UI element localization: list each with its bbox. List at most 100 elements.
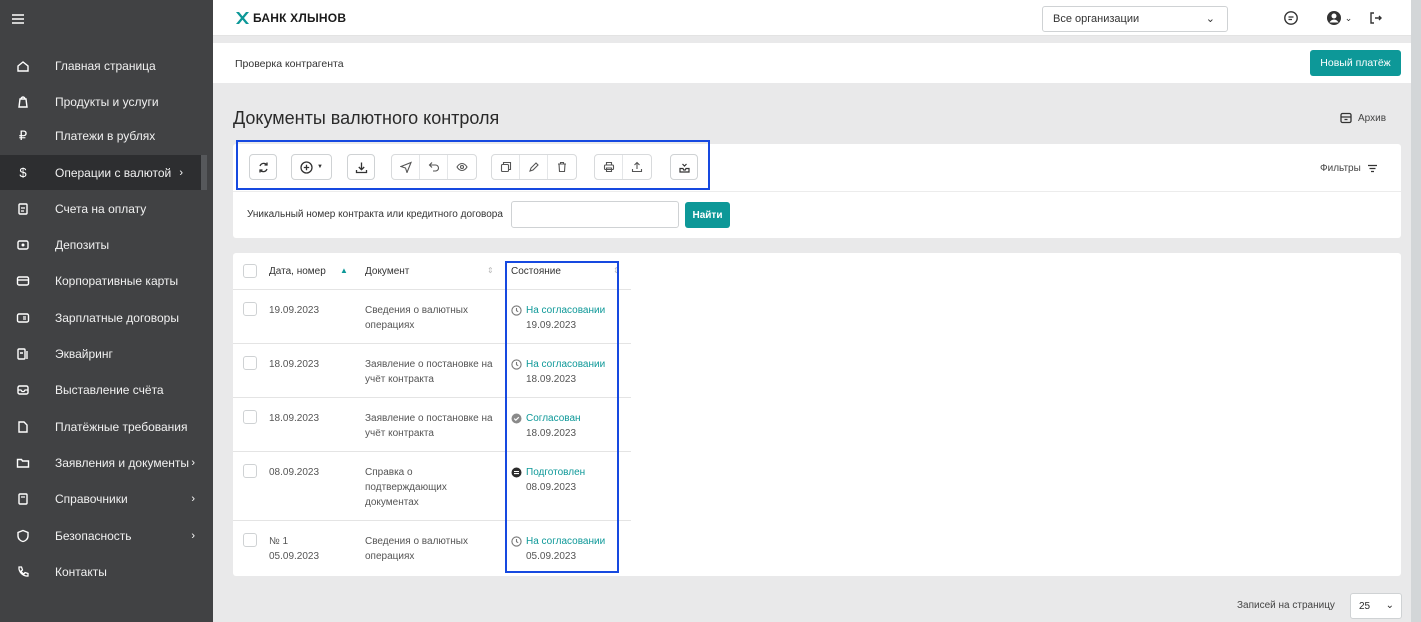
row-document: Справка о [365,467,413,478]
clock-icon [511,359,522,370]
menu-toggle[interactable] [0,0,213,38]
receive-button[interactable] [670,154,698,180]
filters-label: Фильтры [1320,163,1361,174]
archive-button[interactable]: Архив [1340,112,1386,124]
print-button[interactable] [595,155,623,179]
chevron-down-icon: ⌄ [1205,13,1215,25]
sort-icon[interactable]: ⇕ [487,266,494,275]
sidebar-item-payment-requests[interactable]: Платёжные требования [0,409,213,444]
profile-menu[interactable]: ⌄ [1325,10,1353,26]
sidebar-item-acquiring[interactable]: Эквайринг [0,336,213,371]
row-document: Заявление о постановке на [365,413,493,424]
row-checkbox[interactable] [243,533,257,547]
row-checkbox[interactable] [243,302,257,316]
column-header-date[interactable]: Дата, номер [269,266,326,277]
table-row[interactable]: 19.09.2023 Сведения о валютных операциях… [233,290,631,344]
row-document: подтверждающих [365,482,447,493]
chat-button[interactable] [1283,10,1299,26]
sidebar-item-products[interactable]: Продукты и услуги [0,84,213,119]
documents-table-card: Дата, номер ▲ Документ ⇕ Состояние ⇕ 19.… [233,253,1401,576]
deposit-icon [16,238,30,252]
status-link[interactable]: На согласовании [526,303,605,318]
chevron-down-icon: ⌄ [1344,12,1353,23]
table-header: Дата, номер ▲ Документ ⇕ Состояние ⇕ [233,253,631,290]
logo-x-icon [236,12,249,24]
table-row[interactable]: № 1 05.09.2023 Сведения о валютных опера… [233,521,631,575]
edit-button[interactable] [520,155,548,179]
sidebar-item-home[interactable]: Главная страница [0,48,213,83]
status-date: 18.09.2023 [526,374,577,385]
table-row[interactable]: 18.09.2023 Заявление о постановке на учё… [233,344,631,398]
sidebar-item-invoicing[interactable]: Выставление счёта [0,372,213,407]
sidebar-item-currency[interactable]: $ Операции с валютой › [0,155,207,190]
counterparty-check-link[interactable]: Проверка контрагента [235,58,344,70]
organization-select[interactable]: Все организации ⌄ [1042,6,1228,32]
chevron-right-icon: › [191,456,195,469]
select-all-checkbox[interactable] [243,264,257,278]
sidebar-item-deposits[interactable]: Депозиты [0,227,213,262]
sidebar-item-salary[interactable]: Зарплатные договоры [0,300,213,335]
edit-actions-group [491,154,577,180]
find-button[interactable]: Найти [685,202,730,228]
sort-icon[interactable]: ⇕ [613,266,620,275]
logout-button[interactable] [1368,10,1384,26]
organization-select-value: Все организации [1053,13,1140,25]
contract-number-input[interactable] [511,201,679,228]
status-date: 05.09.2023 [526,551,577,562]
column-header-document[interactable]: Документ [365,266,409,277]
status-link[interactable]: На согласовании [526,357,605,372]
sort-icon[interactable]: ▲ [340,266,348,275]
book-icon [16,492,30,506]
sidebar-item-label: Депозиты [55,237,110,252]
sidebar-item-label: Справочники [55,491,128,506]
sidebar-item-label: Счета на оплату [55,201,147,216]
status-link[interactable]: На согласовании [526,534,605,549]
row-checkbox[interactable] [243,356,257,370]
copy-button[interactable] [492,155,520,179]
archive-label: Архив [1358,112,1387,124]
sidebar-item-invoices[interactable]: Счета на оплату [0,191,213,226]
row-date: 08.09.2023 [269,467,320,478]
row-document: операциях [365,551,415,562]
chevron-right-icon: › [191,529,195,542]
document-actions-group [391,154,477,180]
sidebar-item-applications[interactable]: Заявления и документы › [0,445,213,480]
sidebar-item-corporate-cards[interactable]: Корпоративные карты [0,263,213,298]
bank-logo[interactable]: БАНК ХЛЫНОВ [235,11,346,25]
status-link[interactable]: Согласован [526,411,581,426]
row-checkbox[interactable] [243,410,257,424]
row-document: Заявление о постановке на [365,359,493,370]
check-circle-icon [511,413,522,424]
contract-number-label: Уникальный номер контракта или кредитног… [247,209,503,220]
home-icon [16,59,30,73]
row-date: 18.09.2023 [269,413,320,424]
table-row[interactable]: 08.09.2023 Справка о подтверждающих доку… [233,452,631,521]
download-icon [355,162,367,173]
export-button[interactable] [623,155,651,179]
send-button[interactable] [392,155,420,179]
new-payment-button[interactable]: Новый платёж [1310,50,1401,76]
page-size-select[interactable]: 25 ⌄ [1350,593,1402,619]
status-link[interactable]: Подготовлен [526,465,585,480]
table-row[interactable]: 18.09.2023 Заявление о постановке на учё… [233,398,631,452]
status-date: 08.09.2023 [526,482,577,493]
copy-icon [500,161,511,173]
sidebar-item-directories[interactable]: Справочники › [0,481,213,516]
delete-button[interactable] [548,155,576,179]
column-header-status[interactable]: Состояние [511,266,561,277]
invoice-icon [16,202,30,216]
refresh-button[interactable] [249,154,277,180]
sidebar-item-label: Эквайринг [55,346,113,361]
import-button[interactable] [347,154,375,180]
revoke-button[interactable] [420,155,448,179]
filters-button[interactable]: Фильтры [1320,163,1378,174]
row-checkbox[interactable] [243,464,257,478]
scrollbar[interactable] [1411,0,1421,622]
sidebar-item-contacts[interactable]: Контакты [0,554,213,589]
view-button[interactable] [448,155,476,179]
sidebar-item-rub-payments[interactable]: ₽ Платежи в рублях [0,118,213,153]
sidebar-item-security[interactable]: Безопасность › [0,518,213,553]
create-button[interactable]: ▼ [291,154,332,180]
inbox-icon [16,383,30,397]
output-actions-group [594,154,652,180]
